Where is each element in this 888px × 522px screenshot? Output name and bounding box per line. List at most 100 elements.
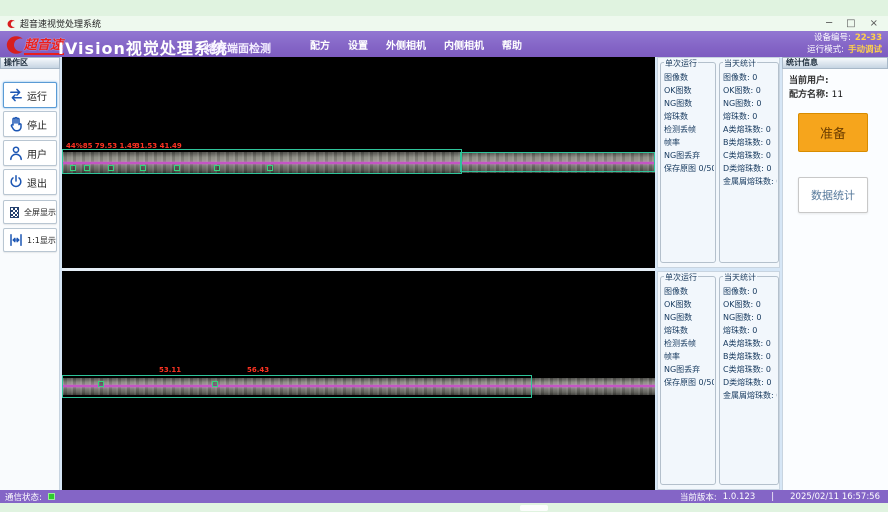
stop-button-label: 停止	[27, 117, 47, 132]
stat-row: D类熔珠数: 0	[723, 162, 777, 175]
menu-bar: 配方 设置 外侧相机 内侧相机 帮助	[310, 31, 522, 57]
camera-view-top[interactable]: 44%85 79.53 1.49 31.53 41.49	[62, 57, 655, 268]
stop-button[interactable]: 停止	[3, 111, 57, 137]
app-logo-icon	[6, 19, 16, 29]
camera-view-bottom[interactable]: 53.11 56.43	[62, 271, 655, 490]
operation-panel-title: 操作区	[0, 57, 60, 69]
stat-row: 金属屑熔珠数: 0	[723, 175, 777, 188]
user-button[interactable]: 用户	[3, 140, 57, 166]
recipe-name-label: 配方名称:	[789, 90, 829, 100]
stat-row: B类熔珠数: 0	[723, 136, 777, 149]
current-user-row: 当前用户:	[789, 73, 832, 86]
run-cycle-icon	[8, 87, 24, 103]
stat-row: 熔珠数	[664, 324, 714, 337]
app-header: 超音速 IVision视觉处理系统 熔珠端面检测 配方 设置 外侧相机 内侧相机…	[0, 31, 888, 57]
app-title: IVision视觉处理系统	[58, 35, 228, 59]
window-title: 超音速视觉处理系统	[20, 17, 101, 30]
info-panel-title: 统计信息	[782, 57, 888, 69]
stat-row: NG图数	[664, 97, 714, 110]
stat-row: 图像数	[664, 71, 714, 84]
stat-row: 保存原图 0/500	[664, 376, 714, 389]
stat-row: 熔珠数: 0	[723, 110, 777, 123]
stat-row: OK图数: 0	[723, 298, 777, 311]
fullscreen-button[interactable]: 全屏显示	[3, 200, 57, 224]
one-to-one-icon	[8, 232, 24, 248]
recipe-name-value: 11	[832, 90, 843, 100]
menu-item-outer-camera[interactable]: 外侧相机	[386, 37, 426, 52]
stat-row: A类熔珠数: 0	[723, 123, 777, 136]
prepare-button[interactable]: 准备	[798, 113, 868, 152]
single-run-title: 单次运行	[664, 272, 698, 283]
device-number-value: 22-33	[855, 32, 882, 44]
fullscreen-button-label: 全屏显示	[24, 207, 56, 218]
exit-button[interactable]: 退出	[3, 169, 57, 195]
stats-panel-top: 单次运行 图像数 OK图数 NG图数 熔珠数 检测丢帧 帧率 NG图丢弃 保存原…	[657, 57, 780, 268]
single-run-title: 单次运行	[664, 58, 698, 69]
data-statistics-button[interactable]: 数据统计	[798, 177, 868, 213]
run-mode-value: 手动调试	[848, 44, 882, 56]
stat-row: C类熔珠数: 0	[723, 149, 777, 162]
daily-stats-title: 当天统计	[723, 272, 757, 283]
measurement-annotation: 44%85 79.53 1.49	[66, 142, 137, 150]
detection-box	[267, 165, 273, 171]
detection-box	[140, 165, 146, 171]
daily-stats-groupbox: 当天统计 图像数: 0 OK图数: 0 NG图数: 0 熔珠数: 0 A类熔珠数…	[719, 62, 779, 263]
stat-row: NG图丢弃	[664, 363, 714, 376]
menu-item-inner-camera[interactable]: 内侧相机	[444, 37, 484, 52]
fullscreen-icon	[10, 207, 19, 218]
taskbar-item[interactable]	[520, 505, 548, 511]
minimize-icon[interactable]: ─	[826, 16, 832, 31]
version-label: 当前版本:	[680, 491, 717, 503]
datetime-value: 2025/02/11 16:57:56	[790, 492, 880, 502]
exit-button-label: 退出	[27, 175, 47, 190]
stat-row: 帧率	[664, 350, 714, 363]
detection-box	[212, 381, 218, 387]
user-icon	[8, 145, 24, 161]
info-panel: 当前用户: 配方名称:11 准备 数据统计	[782, 69, 888, 490]
one-to-one-button[interactable]: 1:1显示	[3, 228, 57, 252]
run-mode-label: 运行模式:	[807, 44, 844, 56]
single-run-groupbox: 单次运行 图像数 OK图数 NG图数 熔珠数 检测丢帧 帧率 NG图丢弃 保存原…	[660, 62, 716, 263]
comm-status-indicator	[48, 493, 55, 500]
menu-item-settings[interactable]: 设置	[348, 37, 368, 52]
brand-logo: 超音速	[4, 34, 64, 55]
stat-row: NG图数: 0	[723, 311, 777, 324]
run-button[interactable]: 运行	[3, 82, 57, 108]
maximize-icon[interactable]: □	[846, 16, 855, 31]
power-icon	[8, 174, 24, 190]
run-button-label: 运行	[27, 88, 47, 103]
current-user-label: 当前用户:	[789, 76, 829, 86]
operation-panel: 运行 停止 用户 退出 全屏显示 1:1显示	[0, 69, 60, 490]
screen-bottom-margin	[0, 512, 888, 522]
stop-hand-icon	[8, 116, 24, 132]
statusbar-separator: |	[771, 492, 774, 502]
user-button-label: 用户	[27, 146, 47, 161]
daily-stats-title: 当天统计	[723, 58, 757, 69]
close-icon[interactable]: ×	[870, 16, 878, 31]
detection-box	[214, 165, 220, 171]
stats-panel-bottom: 单次运行 图像数 OK图数 NG图数 熔珠数 检测丢帧 帧率 NG图丢弃 保存原…	[657, 271, 780, 490]
stat-row: C类熔珠数: 0	[723, 363, 777, 376]
daily-stats-groupbox: 当天统计 图像数: 0 OK图数: 0 NG图数: 0 熔珠数: 0 A类熔珠数…	[719, 276, 779, 485]
stat-row: 金属屑熔珠数: 0	[723, 389, 777, 402]
stat-row: 熔珠数	[664, 110, 714, 123]
brand-swoosh-icon	[4, 35, 24, 55]
status-bar: 通信状态: 当前版本: 1.0.123 | 2025/02/11 16:57:5…	[0, 490, 888, 503]
stat-row: 检测丢帧	[664, 123, 714, 136]
single-run-groupbox: 单次运行 图像数 OK图数 NG图数 熔珠数 检测丢帧 帧率 NG图丢弃 保存原…	[660, 276, 716, 485]
stat-row: 图像数: 0	[723, 285, 777, 298]
stat-row: NG图丢弃	[664, 149, 714, 162]
version-value: 1.0.123	[723, 492, 755, 502]
stat-row: B类熔珠数: 0	[723, 350, 777, 363]
detection-box	[98, 381, 104, 387]
detection-rect	[62, 375, 532, 398]
stat-row: 保存原图 0/500	[664, 162, 714, 175]
stat-row: OK图数	[664, 298, 714, 311]
stat-row: 图像数: 0	[723, 71, 777, 84]
detection-box	[108, 165, 114, 171]
menu-item-recipe[interactable]: 配方	[310, 37, 330, 52]
menu-item-help[interactable]: 帮助	[502, 37, 522, 52]
stat-row: NG图数	[664, 311, 714, 324]
stat-row: 检测丢帧	[664, 337, 714, 350]
stat-row: 帧率	[664, 136, 714, 149]
